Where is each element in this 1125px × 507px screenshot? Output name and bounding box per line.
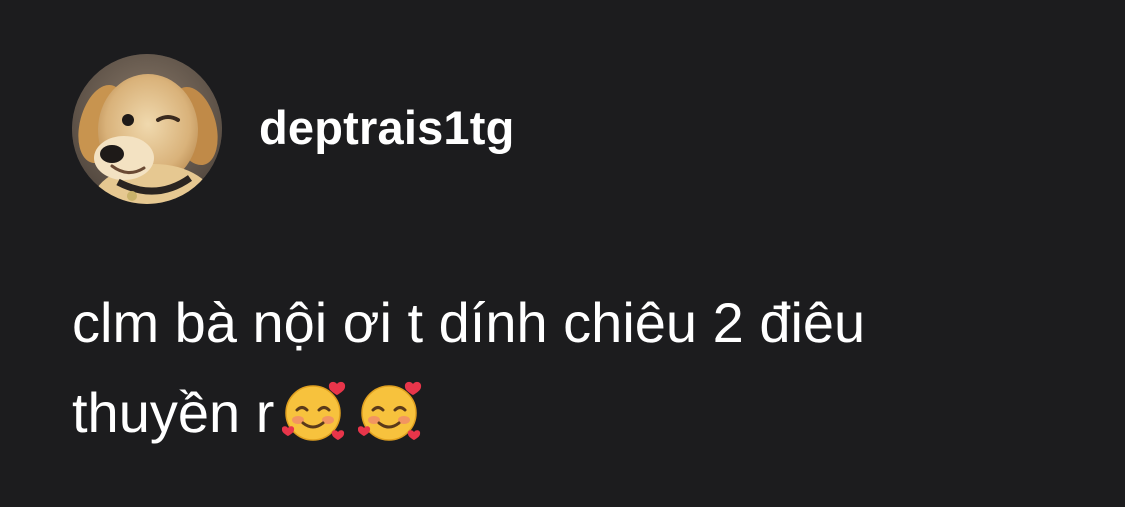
avatar[interactable] [72,54,222,204]
post-card: deptrais1tg clm bà nội ơi t dính chiêu 2… [0,0,1125,507]
post-header: deptrais1tg [72,54,515,204]
post-text-line: clm bà nội ơi t dính chiêu 2 điêu [72,291,866,354]
smiling-face-with-hearts-icon [358,381,422,441]
smiling-face-with-hearts-icon [282,381,346,441]
post-text: clm bà nội ơi t dính chiêu 2 điêu thuyền… [72,278,1072,458]
post-text-line: thuyền r [72,381,275,444]
post-text-line-with-emojis: thuyền r [72,368,1072,458]
username[interactable]: deptrais1tg [259,104,515,151]
dog-avatar-icon [72,54,222,204]
